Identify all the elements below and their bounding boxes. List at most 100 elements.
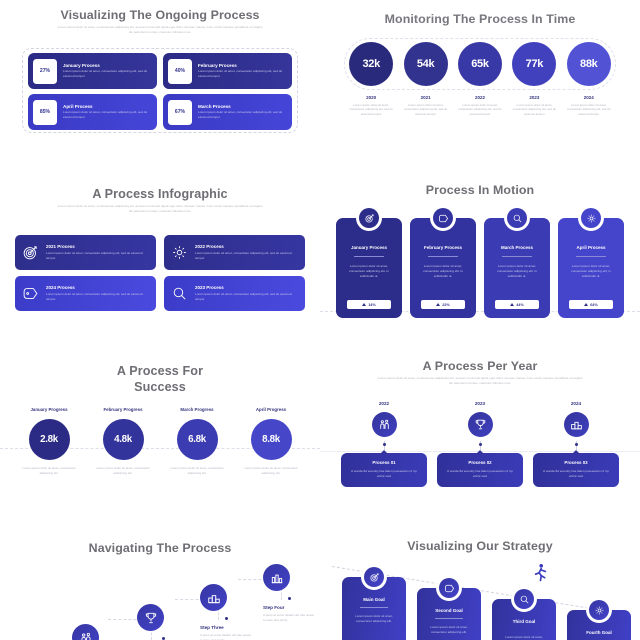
search-icon (171, 285, 188, 302)
percent-value: 44% (516, 302, 524, 307)
card-body: Lorem ipsum dolor sit amet, consectetur … (198, 110, 283, 120)
card-heading: Third Goal (512, 619, 536, 624)
timeline-item[interactable]: 2022 Process 01 A wonderful serenity has… (341, 401, 427, 488)
connector-dot (224, 617, 228, 620)
step-heading: Step Three (200, 625, 224, 630)
card-body: A wonderful serenity has taken possessio… (447, 469, 513, 479)
icon-card[interactable]: 2024 Process Lorem ipsum dolor sit amet,… (15, 276, 156, 311)
triangle-up-icon (436, 303, 441, 306)
slide-visualizing-our-strategy[interactable]: Visualizing Our Strategy Main Goal Lorem… (320, 525, 640, 640)
percent-badge: 40% (168, 58, 192, 84)
card-heading: April Process (63, 103, 93, 109)
metric-circle[interactable]: 65k (457, 42, 502, 86)
legend-year: 2021 (420, 95, 431, 100)
goal-card[interactable]: Third Goal Lorem ipsum dolor sit amet, c… (492, 586, 556, 640)
percent-card[interactable]: 67% March Process Lorem ipsum dolor sit … (163, 94, 292, 130)
icon-card[interactable]: 2023 Process Lorem ipsum dolor sit amet,… (164, 276, 305, 311)
legend-body: Lorem ipsum dolor sit amet, consectetur … (403, 102, 448, 116)
percent-card[interactable]: 85% April Process Lorem ipsum dolor sit … (28, 94, 157, 130)
icon-badge (511, 586, 537, 612)
slide-navigating-the-process[interactable]: Navigating The Process Step One A peep a… (0, 525, 320, 640)
page-title-line1: A Process For (116, 364, 204, 378)
progress-circle: 2.8k (28, 419, 70, 460)
metric-circle[interactable]: 77k (512, 42, 557, 86)
card-heading: Second Goal (435, 608, 463, 613)
timeline-year: 2024 (570, 401, 582, 406)
percent-badge: 85% (33, 99, 57, 125)
search-icon (514, 589, 534, 609)
percent-pill[interactable]: 14% (347, 300, 391, 309)
goal-card[interactable]: Fourth Goal Lorem ipsum dolor sit amet, … (567, 597, 631, 640)
step-item[interactable]: Step Two A peep at some distant orb has … (137, 604, 189, 640)
slide-process-per-year[interactable]: A Process Per Year Lorem ipsum dolor sit… (320, 345, 640, 525)
motion-card[interactable]: January Process Lorem ipsum dolor sit am… (336, 205, 402, 318)
connector-stem (478, 441, 482, 450)
timeline-card[interactable]: Process 03 A wonderful serenity has take… (533, 453, 619, 488)
gear-icon (589, 600, 609, 620)
timeline-card[interactable]: Process 02 A wonderful serenity has take… (437, 453, 523, 488)
divider (354, 256, 384, 257)
card-body: Lorem ipsum dolor sit amet, consectetur … (198, 69, 283, 79)
motion-card[interactable]: April Process Lorem ipsum dolor sit amet… (558, 205, 624, 318)
timeline-card[interactable]: Process 01 A wonderful serenity has take… (341, 453, 427, 488)
icon-badge (436, 575, 462, 601)
card-heading: January Process (350, 245, 388, 250)
step-item[interactable]: Step Three A peep at some distant orb ha… (200, 584, 252, 640)
icon-badge (361, 564, 387, 590)
stair-diagram: Step One A peep at some distant orb has … (0, 564, 320, 640)
card-heading: 2021 Process (46, 244, 75, 250)
timeline-item[interactable]: 2024 Process 03 A wonderful serenity has… (533, 401, 619, 488)
progress-item[interactable]: February Progress 4.8k Lorem ipsum dolor… (92, 407, 154, 476)
percent-pill[interactable]: 44% (495, 300, 539, 309)
card-body: Lorem ipsum dolor sit amet, consectetur … (195, 250, 292, 260)
card-body: Lorem ipsum dolor sit amet, consectetur … (430, 625, 468, 635)
step-item[interactable]: Step Four A peep at some distant orb has… (263, 564, 315, 623)
percent-pill[interactable]: 64% (569, 300, 613, 309)
connector-dot (478, 443, 482, 446)
progress-item[interactable]: April Progress 8.8k Lorem ipsum dolor si… (240, 407, 302, 476)
legend-body: Lorem ipsum dolor sit amet, consectetur … (512, 102, 557, 116)
step-item[interactable]: Step One A peep at some distant orb has … (72, 624, 124, 640)
progress-item[interactable]: March Progress 6.8k Lorem ipsum dolor si… (166, 407, 228, 476)
icon-badge (586, 597, 612, 623)
percent-pill[interactable]: 22% (421, 300, 465, 309)
slide-visualizing-ongoing-process[interactable]: Visualizing The Ongoing Process Lorem ip… (0, 0, 320, 165)
progress-heading: February Progress (103, 407, 143, 412)
connector-dot (287, 597, 291, 600)
slide-process-in-motion[interactable]: Process In Motion January Process Lorem … (320, 165, 640, 345)
goal-card[interactable]: Main Goal Lorem ipsum dolor sit amet, co… (342, 564, 406, 640)
metric-circle[interactable]: 32k (349, 42, 394, 86)
progress-item[interactable]: January Progress 2.8k Lorem ipsum dolor … (18, 407, 80, 476)
icon-card[interactable]: 2021 Process Lorem ipsum dolor sit amet,… (15, 235, 156, 270)
progress-heading: January Progress (30, 407, 68, 412)
card-heading: Process 01 (372, 460, 396, 465)
slide-monitoring-process-in-time[interactable]: Monitoring The Process In Time 32k 54k 6… (320, 0, 640, 165)
timeline-year: 2023 (474, 401, 486, 406)
motion-card[interactable]: March Process Lorem ipsum dolor sit amet… (484, 205, 550, 318)
card-heading: April Process (576, 245, 606, 250)
goal-card[interactable]: Second Goal Lorem ipsum dolor sit amet, … (417, 575, 481, 640)
card-body: Lorem ipsum dolor sit amet, consectetur … (571, 264, 611, 279)
connector-dot (382, 443, 386, 446)
metric-legend-row: 2020 Lorem ipsum dolor sit amet, consect… (344, 95, 616, 116)
metric-circle[interactable]: 54k (403, 42, 448, 86)
connector-stem (382, 441, 386, 450)
slide-process-infographic[interactable]: A Process Infographic Lorem ipsum dolor … (0, 165, 320, 345)
divider (502, 256, 532, 257)
motion-card[interactable]: February Process Lorem ipsum dolor sit a… (410, 205, 476, 318)
icon-card[interactable]: 2022 Process Lorem ipsum dolor sit amet,… (164, 235, 305, 270)
team-icon (72, 624, 99, 640)
metric-circle[interactable]: 88k (566, 42, 611, 86)
page-title: Visualizing The Ongoing Process (60, 8, 260, 22)
page-title: Navigating The Process (88, 541, 232, 555)
slide-process-for-success[interactable]: A Process For Success January Progress 2… (0, 345, 320, 525)
motion-card-row: January Process Lorem ipsum dolor sit am… (336, 205, 624, 318)
card-heading: March Process (500, 245, 534, 250)
percent-card[interactable]: 40% February Process Lorem ipsum dolor s… (163, 53, 292, 89)
progress-body: Lorem ipsum dolor sit amet, consectetur … (22, 466, 76, 475)
tag-icon (439, 578, 459, 598)
timeline-item[interactable]: 2023 Process 02 A wonderful serenity has… (437, 401, 523, 488)
divider (360, 607, 388, 608)
tag-icon (22, 285, 39, 302)
percent-card[interactable]: 27% January Process Lorem ipsum dolor si… (28, 53, 157, 89)
